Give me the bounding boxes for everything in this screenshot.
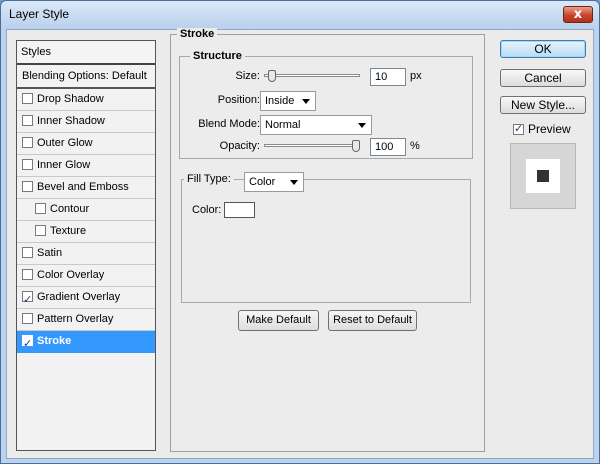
style-item-label: Texture [50, 225, 87, 237]
chevron-down-icon [302, 99, 310, 104]
opacity-input[interactable]: 100 [370, 138, 406, 156]
style-item-label: Color Overlay [37, 269, 105, 281]
fill-type-group: Fill Type: Color Color: [181, 172, 471, 303]
position-select-value: Inside [265, 95, 295, 107]
style-checkbox[interactable] [35, 225, 46, 236]
style-item-inner-glow[interactable]: Inner Glow [17, 155, 155, 177]
preview-label: Preview [528, 122, 571, 136]
blend-mode-label: Blend Mode: [198, 118, 260, 130]
style-item-label: Bevel and Emboss [37, 181, 129, 193]
style-item-pattern-overlay[interactable]: Pattern Overlay [17, 309, 155, 331]
fill-type-select[interactable]: Color [244, 172, 304, 192]
style-item-label: Satin [37, 247, 63, 259]
dialog-body: Styles Blending Options: Default Drop Sh… [6, 28, 594, 459]
color-label: Color: [192, 204, 222, 216]
reset-to-default-button[interactable]: Reset to Default [328, 310, 417, 331]
chevron-down-icon [290, 180, 298, 185]
style-checkbox[interactable] [22, 93, 33, 104]
new-style-button[interactable]: New Style... [500, 96, 586, 114]
style-checkbox[interactable] [22, 269, 33, 280]
structure-title: Structure [190, 50, 245, 62]
size-label: Size: [235, 70, 260, 82]
ok-button[interactable]: OK [500, 40, 586, 58]
style-checkbox[interactable] [22, 289, 33, 310]
style-item-outer-glow[interactable]: Outer Glow [17, 133, 155, 155]
preview-checkbox[interactable] [513, 122, 524, 135]
style-item-label: Outer Glow [37, 137, 93, 149]
style-item-texture[interactable]: Texture [17, 221, 155, 243]
chevron-down-icon [358, 123, 366, 128]
style-item-label: Stroke [37, 335, 72, 347]
blending-options-item[interactable]: Blending Options: Default [17, 65, 155, 89]
make-default-button[interactable]: Make Default [238, 310, 319, 331]
style-item-stroke[interactable]: Stroke [17, 331, 155, 354]
fill-type-select-value: Color [249, 176, 276, 188]
style-checkbox[interactable] [22, 313, 33, 324]
style-item-contour[interactable]: Contour [17, 199, 155, 221]
stroke-color-swatch[interactable] [224, 202, 255, 218]
size-unit: px [410, 70, 422, 82]
style-checkbox[interactable] [22, 333, 33, 354]
style-item-inner-shadow[interactable]: Inner Shadow [17, 111, 155, 133]
opacity-slider-thumb[interactable] [352, 140, 360, 152]
opacity-label: Opacity: [219, 140, 260, 152]
size-input[interactable]: 10 [370, 68, 406, 86]
fill-type-label: Fill Type: [184, 173, 234, 185]
cancel-button[interactable]: Cancel [500, 69, 586, 87]
style-item-color-overlay[interactable]: Color Overlay [17, 265, 155, 287]
position-select[interactable]: Inside [260, 91, 316, 111]
style-checkbox[interactable] [22, 115, 33, 126]
stroke-section-title: Stroke [177, 28, 218, 40]
style-item-label: Inner Glow [37, 159, 91, 171]
style-item-drop-shadow[interactable]: Drop Shadow [17, 89, 155, 111]
opacity-unit: % [410, 140, 420, 152]
style-item-label: Contour [50, 203, 90, 215]
style-item-bevel-and-emboss[interactable]: Bevel and Emboss [17, 177, 155, 199]
blend-mode-select-value: Normal [265, 119, 301, 131]
style-item-gradient-overlay[interactable]: Gradient Overlay [17, 287, 155, 310]
title-bar: Layer Style x [1, 1, 599, 29]
preview-stroke-sample [537, 170, 549, 182]
style-checkbox[interactable] [35, 203, 46, 214]
style-checkbox[interactable] [22, 137, 33, 148]
structure-group: Structure Size: 10 px Position: Inside B… [179, 50, 473, 159]
style-item-label: Pattern Overlay [37, 313, 114, 325]
preview-swatch [526, 159, 560, 193]
layer-style-dialog: Layer Style x Styles Blending Options: D… [0, 0, 600, 464]
styles-header[interactable]: Styles [17, 41, 155, 65]
size-slider-thumb[interactable] [267, 70, 276, 82]
opacity-slider-track[interactable] [264, 144, 360, 147]
close-icon: x [573, 7, 583, 22]
style-checkbox[interactable] [22, 181, 33, 192]
style-item-label: Drop Shadow [37, 93, 104, 105]
close-button[interactable]: x [563, 6, 593, 23]
size-slider-track[interactable] [264, 74, 360, 77]
style-item-label: Gradient Overlay [37, 291, 121, 303]
style-item-satin[interactable]: Satin [17, 243, 155, 265]
blend-mode-select[interactable]: Normal [260, 115, 372, 135]
style-checkbox[interactable] [22, 159, 33, 170]
window-title: Layer Style [9, 7, 70, 21]
preview-toggle[interactable]: Preview [513, 122, 571, 136]
style-item-label: Inner Shadow [37, 115, 105, 127]
style-checkbox[interactable] [22, 247, 33, 258]
styles-list: Styles Blending Options: Default Drop Sh… [16, 40, 156, 451]
position-label: Position: [217, 94, 260, 106]
stroke-panel: Stroke Structure Size: 10 px Position: I… [170, 28, 485, 452]
style-preview [510, 143, 576, 209]
